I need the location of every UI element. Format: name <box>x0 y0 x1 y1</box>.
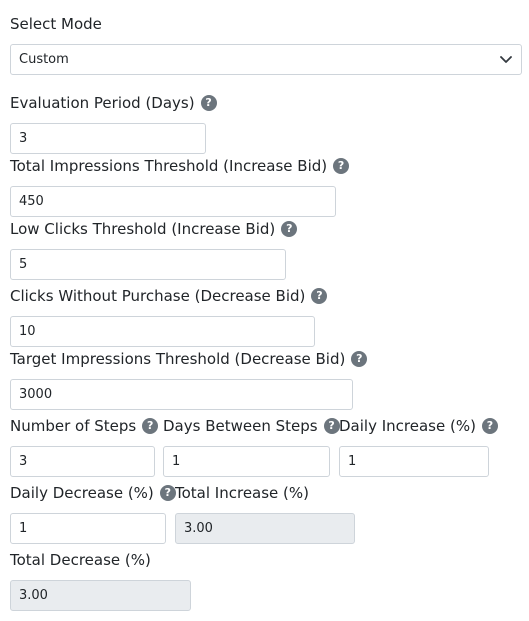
days-between-steps-input[interactable]: 1 <box>163 446 330 477</box>
clicks-without-purchase-value: 10 <box>19 324 36 339</box>
help-icon[interactable]: ? <box>333 158 350 174</box>
daily-increase-label: Daily Increase (%) ? <box>339 416 498 436</box>
help-icon[interactable]: ? <box>481 418 498 434</box>
total-increase-output: 3.00 <box>175 513 355 544</box>
total-decrease-label: Total Decrease (%) <box>10 550 151 570</box>
evaluation-period-value: 3 <box>19 131 28 146</box>
total-impressions-increase-input[interactable]: 450 <box>10 186 336 217</box>
low-clicks-increase-input[interactable]: 5 <box>10 249 286 280</box>
help-icon[interactable]: ? <box>200 95 217 111</box>
daily-decrease-label: Daily Decrease (%) ? <box>10 483 176 503</box>
days-between-steps-label: Days Between Steps ? <box>163 416 340 436</box>
total-impressions-increase-label: Total Impressions Threshold (Increase Bi… <box>10 156 350 176</box>
total-increase-label: Total Increase (%) <box>175 483 309 503</box>
evaluation-period-label-text: Evaluation Period (Days) <box>10 94 195 112</box>
target-impressions-decrease-label-text: Target Impressions Threshold (Decrease B… <box>10 350 346 368</box>
daily-increase-label-text: Daily Increase (%) <box>339 417 476 435</box>
low-clicks-increase-label-text: Low Clicks Threshold (Increase Bid) <box>10 220 276 238</box>
chevron-down-icon <box>499 53 513 67</box>
clicks-without-purchase-label-text: Clicks Without Purchase (Decrease Bid) <box>10 287 306 305</box>
total-increase-label-text: Total Increase (%) <box>175 484 310 502</box>
low-clicks-increase-label: Low Clicks Threshold (Increase Bid) ? <box>10 219 298 239</box>
evaluation-period-input[interactable]: 3 <box>10 123 206 154</box>
daily-increase-input[interactable]: 1 <box>339 446 489 477</box>
days-between-steps-value: 1 <box>172 454 181 469</box>
help-icon[interactable]: ? <box>142 418 159 434</box>
total-impressions-increase-label-text: Total Impressions Threshold (Increase Bi… <box>10 157 328 175</box>
low-clicks-increase-value: 5 <box>19 257 28 272</box>
target-impressions-decrease-input[interactable]: 3000 <box>10 379 353 410</box>
total-decrease-label-text: Total Decrease (%) <box>10 551 151 569</box>
help-icon[interactable]: ? <box>159 485 176 501</box>
help-icon[interactable]: ? <box>281 221 298 237</box>
target-impressions-decrease-label: Target Impressions Threshold (Decrease B… <box>10 349 368 369</box>
mode-select-value: Custom <box>19 52 69 67</box>
total-impressions-increase-value: 450 <box>19 194 44 209</box>
number-of-steps-label: Number of Steps ? <box>10 416 159 436</box>
clicks-without-purchase-label: Clicks Without Purchase (Decrease Bid) ? <box>10 286 328 306</box>
target-impressions-decrease-value: 3000 <box>19 387 53 402</box>
daily-decrease-value: 1 <box>19 521 28 536</box>
number-of-steps-input[interactable]: 3 <box>10 446 155 477</box>
help-icon[interactable]: ? <box>323 418 340 434</box>
total-increase-value: 3.00 <box>184 521 213 536</box>
number-of-steps-value: 3 <box>19 454 28 469</box>
daily-decrease-label-text: Daily Decrease (%) <box>10 484 154 502</box>
help-icon[interactable]: ? <box>311 288 328 304</box>
days-between-steps-label-text: Days Between Steps <box>163 417 318 435</box>
number-of-steps-label-text: Number of Steps <box>10 417 137 435</box>
evaluation-period-label: Evaluation Period (Days) ? <box>10 93 217 113</box>
daily-increase-value: 1 <box>348 454 357 469</box>
select-mode-label: Select Mode <box>10 14 102 34</box>
daily-decrease-input[interactable]: 1 <box>10 513 166 544</box>
select-mode-label-text: Select Mode <box>10 15 102 33</box>
total-decrease-output: 3.00 <box>10 580 191 611</box>
clicks-without-purchase-input[interactable]: 10 <box>10 316 315 347</box>
help-icon[interactable]: ? <box>351 351 368 367</box>
mode-select[interactable]: Custom <box>10 44 522 75</box>
total-decrease-value: 3.00 <box>19 588 48 603</box>
